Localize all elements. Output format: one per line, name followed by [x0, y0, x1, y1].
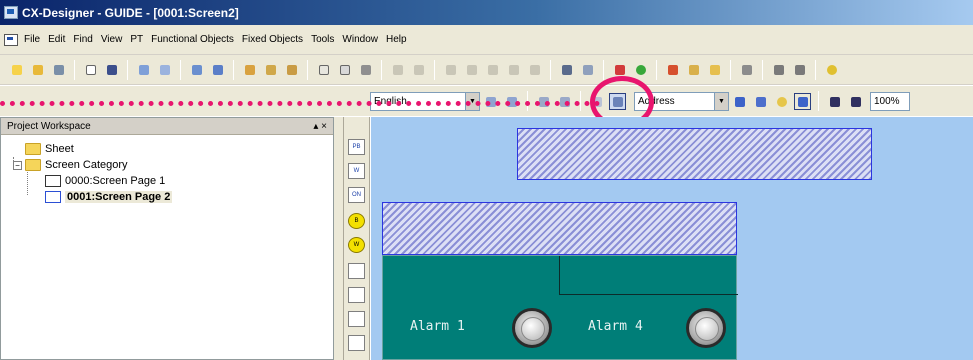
menu-bar: File Edit Find View PT Functional Object… — [0, 25, 973, 55]
save-icon[interactable] — [103, 61, 120, 78]
page-icon[interactable] — [315, 61, 332, 78]
close-project-icon[interactable] — [50, 61, 67, 78]
standard-toolbar — [0, 55, 973, 85]
help-icon[interactable] — [823, 61, 840, 78]
undo-icon[interactable] — [389, 61, 406, 78]
project-workspace: Project Workspace ▴ × Sheet − Screen Cat… — [0, 117, 334, 360]
compile-icon[interactable] — [188, 61, 205, 78]
folder-icon — [25, 159, 41, 171]
numeral-display-icon[interactable] — [348, 263, 365, 279]
menu-functional-objects[interactable]: Functional Objects — [147, 34, 238, 45]
simulation-icon[interactable] — [685, 61, 702, 78]
tree-item-screen-page-1[interactable]: 0000:Screen Page 1 — [7, 173, 333, 189]
workspace-header: Project Workspace ▴ × — [1, 118, 333, 135]
string-display-icon[interactable] — [348, 287, 365, 303]
folder-tool-icon[interactable] — [706, 61, 723, 78]
alarm-4-lamp[interactable] — [686, 308, 726, 348]
print-icon[interactable] — [357, 61, 374, 78]
menu-file[interactable]: File — [20, 34, 44, 45]
lamp-icon[interactable] — [632, 61, 649, 78]
copy-icon[interactable] — [262, 61, 279, 78]
title-bar: CX-Designer - GUIDE - [0001:Screen2] — [0, 0, 973, 25]
cut-icon[interactable] — [241, 61, 258, 78]
workspace-splitter[interactable] — [334, 117, 344, 360]
tree-item-label: Screen Category — [45, 159, 128, 171]
delete-icon[interactable] — [505, 61, 522, 78]
menu-window[interactable]: Window — [338, 34, 382, 45]
menu-pt[interactable]: PT — [126, 34, 147, 45]
folder-icon — [25, 143, 41, 155]
tree-item-screen-page-2[interactable]: 0001:Screen Page 2 — [7, 189, 333, 205]
menu-tools[interactable]: Tools — [307, 34, 338, 45]
workspace-pin-close[interactable]: ▴ × — [313, 121, 327, 132]
new-project-icon[interactable] — [8, 61, 25, 78]
new-icon[interactable] — [82, 61, 99, 78]
word-button-tool[interactable]: W — [348, 163, 365, 179]
chevron-down-icon[interactable]: ▼ — [714, 92, 728, 110]
transfer-icon[interactable] — [209, 61, 226, 78]
tree-item-sheet[interactable]: Sheet — [7, 141, 333, 157]
alarm-4-label: Alarm 4 — [588, 319, 643, 334]
paste-icon[interactable] — [283, 61, 300, 78]
paste-object-icon[interactable] — [484, 61, 501, 78]
object-palette: PB W ON B W — [344, 117, 370, 360]
upload-icon[interactable] — [791, 61, 808, 78]
tree-item-label: Sheet — [45, 143, 74, 155]
project-tree: Sheet − Screen Category 0000:Screen Page… — [1, 135, 333, 205]
print-preview-icon[interactable] — [336, 61, 353, 78]
menu-fixed-objects[interactable]: Fixed Objects — [238, 34, 307, 45]
display-icon[interactable] — [731, 93, 748, 110]
table-icon[interactable] — [738, 61, 755, 78]
download-icon[interactable] — [770, 61, 787, 78]
bit-lamp-tool[interactable]: B — [348, 213, 365, 229]
find-icon[interactable] — [558, 61, 575, 78]
select-icon[interactable] — [794, 92, 811, 110]
test-icon[interactable] — [664, 61, 681, 78]
tree-item-screen-category[interactable]: − Screen Category — [7, 157, 333, 173]
alarm-panel[interactable]: Alarm 1 Alarm 4 — [382, 255, 738, 360]
on-button-tool[interactable]: ON — [348, 187, 365, 203]
fill-icon[interactable] — [826, 93, 843, 110]
list-selection-icon[interactable] — [348, 311, 365, 327]
screen-page-icon — [45, 175, 61, 187]
window-title: CX-Designer - GUIDE - [0001:Screen2] — [22, 5, 239, 20]
fill2-icon[interactable] — [847, 93, 864, 110]
copy-object-icon[interactable] — [463, 61, 480, 78]
menu-view[interactable]: View — [97, 34, 127, 45]
menu-edit[interactable]: Edit — [44, 34, 69, 45]
tree-item-label: 0000:Screen Page 1 — [65, 175, 166, 187]
replace-icon[interactable] — [579, 61, 596, 78]
tree-item-label: 0001:Screen Page 2 — [65, 191, 173, 203]
open-icon[interactable] — [29, 61, 46, 78]
menu-find[interactable]: Find — [69, 34, 96, 45]
push-button-tool[interactable]: PB — [348, 139, 365, 155]
zoom-combo-value: 100% — [874, 95, 900, 107]
redo-icon[interactable] — [410, 61, 427, 78]
screen-page-icon — [45, 191, 61, 203]
alarm-1-lamp[interactable] — [512, 308, 552, 348]
alarm-1-label: Alarm 1 — [410, 319, 465, 334]
app-icon — [4, 6, 18, 19]
zoom-combo[interactable]: 100% — [870, 91, 910, 111]
hatched-object[interactable] — [517, 128, 872, 180]
word-lamp-tool[interactable]: W — [348, 237, 365, 253]
id-icon[interactable] — [752, 93, 769, 110]
paste-screen-icon[interactable] — [156, 61, 173, 78]
document-icon[interactable] — [4, 33, 18, 46]
hatched-object[interactable] — [382, 202, 737, 255]
collapse-icon[interactable]: − — [13, 160, 22, 170]
copy-screen-icon[interactable] — [135, 61, 152, 78]
menu-help[interactable]: Help — [382, 34, 411, 45]
level-meter-icon[interactable] — [348, 335, 365, 351]
workspace-title: Project Workspace — [7, 120, 91, 132]
zoom-icon[interactable] — [773, 93, 790, 110]
grid-icon[interactable] — [526, 61, 543, 78]
highlight-dotted-line — [0, 101, 600, 106]
cut-object-icon[interactable] — [442, 61, 459, 78]
